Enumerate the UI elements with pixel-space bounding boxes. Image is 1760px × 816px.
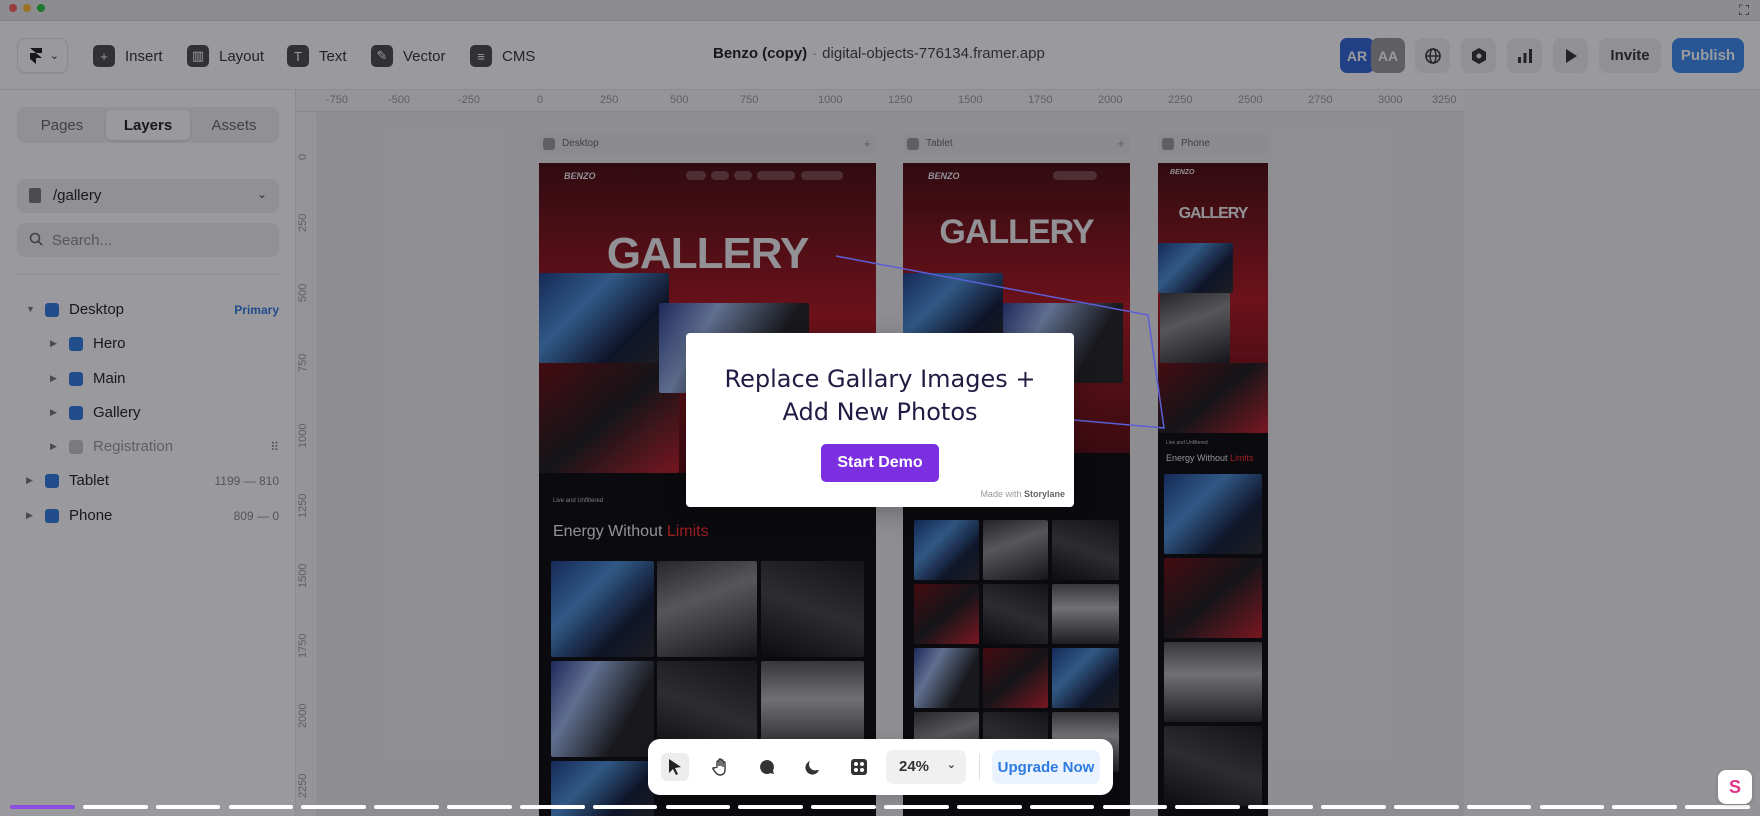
progress-segment[interactable] [811,805,876,809]
modal-heading-line: Add New Photos [782,398,978,426]
demo-modal: Replace Gallary Images + Add New Photos … [686,333,1074,507]
select-tool-button[interactable] [661,753,689,781]
modal-heading-line: Replace Gallary Images + [724,365,1036,393]
storylane-brand: Storylane [1023,489,1065,499]
moon-icon [805,761,819,775]
divider [979,754,980,780]
progress-segment[interactable] [301,805,367,809]
progress-segment[interactable] [82,805,148,809]
start-demo-button[interactable]: Start Demo [821,444,939,482]
progress-segment[interactable] [738,805,804,809]
progress-segment[interactable] [374,805,439,809]
progress-segment[interactable] [155,805,221,809]
progress-segment[interactable] [1612,805,1678,809]
progress-segment[interactable] [1393,805,1459,809]
cursor-icon [669,759,681,775]
progress-segment[interactable] [884,805,949,809]
made-with-storylane[interactable]: Made with Storylane [980,489,1065,499]
progress-segment[interactable] [1466,805,1532,809]
zoom-select[interactable]: 24% ⌄ [886,750,966,784]
progress-segment[interactable] [1248,805,1313,809]
dark-mode-button[interactable] [799,753,827,781]
modal-heading: Replace Gallary Images + Add New Photos [706,363,1054,429]
chevron-down-icon: ⌄ [946,759,956,771]
progress-segment[interactable] [228,805,294,809]
progress-segment[interactable] [1175,805,1241,809]
progress-segment[interactable] [1102,805,1168,809]
progress-segment[interactable] [1539,805,1605,809]
upgrade-now-button[interactable]: Upgrade Now [992,750,1100,784]
bottom-toolbar: 24% ⌄ Upgrade Now [648,739,1113,795]
progress-segment[interactable] [10,805,75,809]
components-button[interactable] [845,753,873,781]
progress-segment[interactable] [519,805,585,809]
comment-tool-button[interactable] [753,753,781,781]
progress-segment[interactable] [1685,805,1750,809]
progress-segment[interactable] [1321,805,1386,809]
hand-icon [712,758,726,776]
made-with-text: Made with [980,489,1022,499]
grid-icon [851,759,867,775]
demo-progress [10,805,1750,810]
comment-icon [760,760,774,774]
zoom-value: 24% [899,758,930,775]
progress-segment[interactable] [665,805,731,809]
progress-segment[interactable] [592,805,658,809]
progress-segment[interactable] [447,805,512,809]
hand-tool-button[interactable] [707,753,735,781]
progress-segment[interactable] [1029,805,1095,809]
storylane-logo[interactable]: S [1718,770,1752,804]
progress-segment[interactable] [956,805,1022,809]
